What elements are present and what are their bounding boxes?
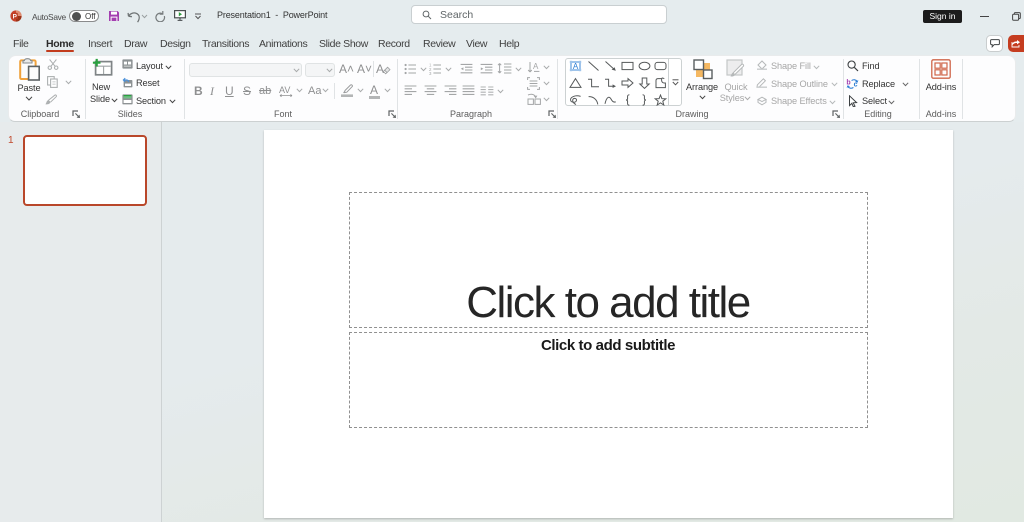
- svg-text:A: A: [573, 62, 579, 71]
- svg-text:A: A: [533, 62, 539, 71]
- svg-text:P: P: [13, 14, 18, 21]
- svg-text:AV: AV: [279, 85, 290, 95]
- svg-text:A: A: [376, 62, 384, 76]
- svg-text:c: c: [854, 81, 858, 88]
- svg-text:3: 3: [429, 71, 432, 75]
- svg-text:b: b: [846, 80, 850, 87]
